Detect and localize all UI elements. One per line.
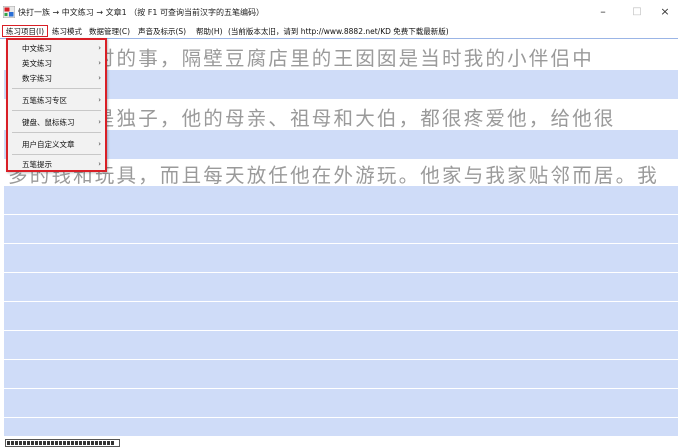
menu-item-english-practice[interactable]: 英文练习 › [8,57,105,70]
progress-bar [5,439,120,447]
chevron-right-icon: › [98,44,101,52]
menu-item-number-practice[interactable]: 数字练习 › [8,72,105,85]
input-line[interactable] [4,301,678,330]
title-bar: 快打一族 → 中文练习 → 文章1 （按 F1 可查询当前汉字的五笔编码） – … [0,0,678,24]
chevron-right-icon: › [98,140,101,148]
minimize-button[interactable]: – [592,2,614,22]
app-icon [3,6,15,18]
menu-item-chinese-practice[interactable]: 中文练习 › [8,42,105,55]
chevron-right-icon: › [98,59,101,67]
chevron-right-icon: › [98,74,101,82]
chevron-right-icon: › [98,160,101,168]
menu-item-label: 五笔提示 [22,160,52,169]
menu-item-label: 键盘、鼠标练习 [22,118,75,127]
input-line[interactable] [4,417,678,437]
input-line[interactable] [4,272,678,301]
menu-separator [12,132,101,133]
input-line[interactable] [4,214,678,243]
menu-item-label: 英文练习 [22,59,52,68]
menu-item-wubi-hint[interactable]: 五笔提示 › [8,158,105,171]
menu-separator [12,88,101,89]
close-button[interactable]: × [654,2,676,22]
menu-item-label: 数字练习 [22,74,52,83]
menu-practice-items[interactable]: 练习项目(I) [2,25,49,37]
menu-item-label: 用户自定义文章 [22,140,75,149]
input-line[interactable] [4,388,678,417]
menu-item-wubi-zone[interactable]: 五笔练习专区 › [8,94,105,107]
input-line[interactable] [4,243,678,272]
menu-item-custom-article[interactable]: 用户自定义文章 › [8,138,105,151]
window-title: 快打一族 → 中文练习 → 文章1 （按 F1 可查询当前汉字的五笔编码） [18,8,264,17]
practice-items-dropdown: 中文练习 › 英文练习 › 数字练习 › 五笔练习专区 › 键盘、鼠标练习 › … [6,38,107,172]
chevron-right-icon: › [98,118,101,126]
menu-practice-mode[interactable]: 练习模式 [52,26,82,37]
status-bar [0,436,678,447]
menu-help[interactable]: 帮助(H) [196,26,223,37]
chevron-right-icon: › [98,96,101,104]
menu-item-label: 五笔练习专区 [22,96,67,105]
menu-item-keyboard-mouse[interactable]: 键盘、鼠标练习 › [8,116,105,129]
input-line[interactable] [4,359,678,388]
menu-sound-indicator[interactable]: 声音及标示(S) [138,26,186,37]
maximize-button[interactable]: □ [626,2,648,22]
menu-separator [12,154,101,155]
menu-data-management[interactable]: 数据管理(C) [89,26,130,37]
update-notice[interactable]: (当前版本太旧，请到 http://www.8882.net/KD 免费下载最新… [228,26,449,37]
menu-bar: 练习项目(I) 练习模式 数据管理(C) 声音及标示(S) 帮助(H) (当前版… [0,24,678,38]
progress-fill [7,441,114,445]
input-line[interactable] [4,330,678,359]
menu-separator [12,110,101,111]
input-line[interactable] [4,185,678,214]
menu-item-label: 中文练习 [22,44,52,53]
